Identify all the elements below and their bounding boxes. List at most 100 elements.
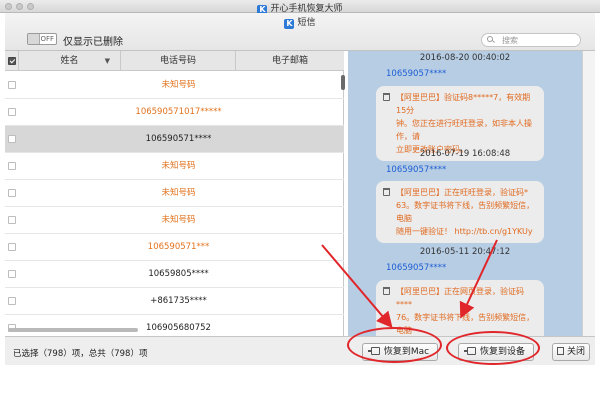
- section-title: K 短信: [5, 15, 595, 29]
- search-placeholder: 搜索: [502, 36, 518, 45]
- row-name: [19, 153, 121, 180]
- table-row[interactable]: 10659805****: [5, 261, 344, 288]
- message-body-line: 【阿里巴巴】正在网页登录，验证码****: [396, 287, 524, 309]
- section-title-text: 短信: [297, 18, 316, 28]
- exit-icon: [556, 347, 564, 355]
- row-checkbox[interactable]: [8, 161, 16, 170]
- window-titlebar: K 开心手机恢复大师: [0, 0, 600, 15]
- row-phone: 未知号码: [161, 215, 196, 225]
- row-checkbox-cell: [5, 126, 19, 153]
- row-name: [19, 288, 121, 315]
- row-checkbox[interactable]: [8, 188, 16, 197]
- table-row[interactable]: +861735****: [5, 288, 344, 315]
- column-phone-label: 电话号码: [159, 56, 196, 66]
- section-logo-icon: K: [284, 19, 295, 29]
- column-name-label: 姓名: [60, 56, 79, 66]
- row-checkbox[interactable]: [8, 296, 16, 305]
- trash-icon: [383, 93, 390, 101]
- message-panel: 2016-08-20 00:40:02 10659057**** 【阿里巴巴】验证码…: [348, 51, 582, 355]
- message-date: 2016-07-19 16:08:48: [419, 149, 511, 159]
- message-body-line: 【阿里巴巴】正在旺旺登录，验证码*: [396, 188, 528, 197]
- row-name: [19, 207, 121, 234]
- row-checkbox[interactable]: [8, 242, 16, 251]
- table-vertical-scrollbar[interactable]: [341, 75, 345, 90]
- column-header-email[interactable]: 电子邮箱: [236, 51, 344, 71]
- message-sender: 10659057****: [386, 69, 447, 79]
- annotation-circle-mac: [347, 327, 442, 363]
- message-sender: 10659057****: [386, 263, 447, 273]
- row-checkbox-cell: [5, 207, 19, 234]
- row-checkbox-cell: [5, 72, 19, 99]
- table-row[interactable]: 106590571***: [5, 234, 344, 261]
- table-header: 姓名 ▼ 电话号码 电子邮箱: [5, 51, 344, 71]
- message-body-line: 钟。您正在进行旺旺登录，如非本人操作，请: [396, 119, 532, 141]
- table-row[interactable]: 未知号码: [5, 180, 344, 207]
- message-body-line: 63。数字证书将下线，告别频繁短信，电脑: [396, 201, 535, 223]
- row-checkbox[interactable]: [8, 269, 16, 278]
- row-email: [236, 99, 344, 126]
- row-checkbox[interactable]: [8, 134, 16, 143]
- table-row[interactable]: 106590571017*****: [5, 99, 344, 126]
- row-email: [236, 180, 344, 207]
- row-phone: 106590571***: [147, 242, 210, 252]
- row-phone: 10659805****: [148, 269, 209, 279]
- message-bubble[interactable]: 【阿里巴巴】正在旺旺登录，验证码* 63。数字证书将下线，告别频繁短信，电脑随用一…: [376, 181, 544, 243]
- table-row[interactable]: 未知号码: [5, 207, 344, 234]
- close-label: 关闭: [566, 347, 585, 357]
- select-all-checkbox[interactable]: [7, 56, 16, 65]
- table-row[interactable]: 未知号码: [5, 72, 344, 99]
- row-phone: 未知号码: [161, 188, 196, 198]
- row-email: [236, 234, 344, 261]
- row-checkbox-cell: [5, 288, 19, 315]
- row-email: [236, 153, 344, 180]
- row-name: [19, 126, 121, 153]
- message-scrollbar[interactable]: [582, 51, 595, 336]
- table-horizontal-scrollbar[interactable]: [8, 328, 138, 332]
- row-email: [236, 207, 344, 234]
- row-phone: 未知号码: [161, 80, 196, 90]
- search-input[interactable]: 搜索: [481, 33, 581, 47]
- column-header-name[interactable]: 姓名 ▼: [19, 51, 121, 71]
- row-checkbox-cell: [5, 261, 19, 288]
- trash-icon: [383, 188, 390, 196]
- row-phone: 106590571017*****: [135, 107, 222, 117]
- annotation-circle-device: [446, 331, 540, 365]
- row-email: [236, 261, 344, 288]
- row-name: [19, 234, 121, 261]
- column-header-phone[interactable]: 电话号码: [121, 51, 236, 71]
- trash-icon: [383, 287, 390, 295]
- row-email: [236, 126, 344, 153]
- row-name: [19, 72, 121, 99]
- row-checkbox[interactable]: [8, 215, 16, 224]
- message-date: 2016-05-11 20:47:12: [419, 247, 511, 257]
- deleted-only-label: 仅显示已删除: [63, 37, 123, 48]
- table-row[interactable]: 未知号码: [5, 153, 344, 180]
- row-checkbox-cell: [5, 234, 19, 261]
- search-icon: [487, 36, 493, 42]
- row-name: [19, 261, 121, 288]
- message-body-line: 【阿里巴巴】验证码8*****7，有效期15分: [396, 93, 531, 115]
- row-phone: +861735****: [150, 296, 207, 306]
- row-checkbox[interactable]: [8, 107, 16, 116]
- message-date: 2016-08-20 00:40:02: [419, 53, 511, 63]
- message-body-line: 随用一键验证！ http://tb.cn/g1YKUy: [396, 227, 533, 236]
- toggle-state-text: OFF: [40, 35, 54, 43]
- deleted-only-toggle[interactable]: OFF: [27, 33, 57, 45]
- select-all-cell: [5, 51, 19, 71]
- row-checkbox-cell: [5, 180, 19, 207]
- close-button[interactable]: 关闭: [552, 343, 590, 361]
- toolbar: K 短信 OFF 仅显示已删除 搜索: [5, 13, 595, 51]
- row-name: [19, 180, 121, 207]
- contact-list-panel: 姓名 ▼ 电话号码 电子邮箱 未知号码 106590571017***** 1065…: [5, 51, 344, 342]
- message-sender: 10659057****: [386, 165, 447, 175]
- row-checkbox[interactable]: [8, 80, 16, 89]
- row-phone: 未知号码: [161, 161, 196, 171]
- row-checkbox-cell: [5, 99, 19, 126]
- row-email: [236, 72, 344, 99]
- sort-down-icon[interactable]: ▼: [105, 51, 110, 71]
- selection-status: 已选择（798）项，总共（798）项: [13, 349, 148, 359]
- table-row[interactable]: 106590571****: [5, 126, 344, 153]
- toggle-knob: [28, 34, 40, 44]
- row-checkbox-cell: [5, 153, 19, 180]
- row-email: [236, 288, 344, 315]
